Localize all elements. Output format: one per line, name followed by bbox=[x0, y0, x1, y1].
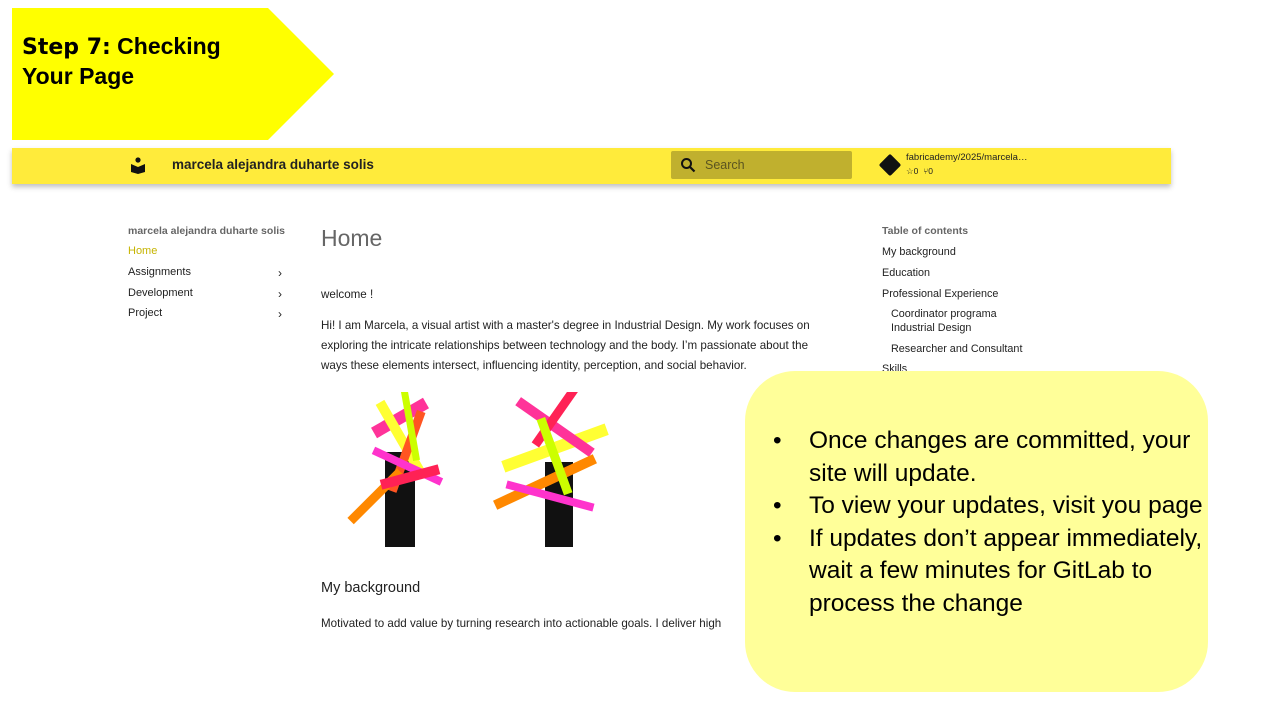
search-placeholder: Search bbox=[705, 158, 745, 172]
toc-item[interactable]: Researcher and Consultant bbox=[891, 342, 1022, 356]
sidebar-item-label: Project bbox=[128, 307, 163, 319]
sidebar-item-home[interactable]: Home bbox=[128, 245, 157, 257]
sidebar-item-label: Development bbox=[128, 287, 193, 299]
sidebar-item-assignments[interactable]: Assignments › bbox=[128, 266, 288, 280]
bullet-icon: • bbox=[773, 427, 782, 454]
bullet-icon: • bbox=[773, 524, 782, 552]
toc-item[interactable]: My background bbox=[882, 245, 956, 259]
instruction-callout: • Once changes are committed, your site w… bbox=[745, 371, 1208, 692]
sidebar-item-label: Home bbox=[128, 245, 158, 257]
sidebar-item-label: Assignments bbox=[128, 266, 191, 278]
bullet-text: Once changes are committed, your site wi… bbox=[809, 427, 1191, 487]
intro-line: ways these elements intersect, influenci… bbox=[321, 359, 747, 372]
toc-item[interactable]: Coordinator programa Industrial Design bbox=[891, 307, 1011, 335]
toc-item[interactable]: Education bbox=[882, 266, 930, 280]
callout-bullet: • To view your updates, visit you page bbox=[773, 490, 1203, 523]
search-icon bbox=[681, 158, 696, 173]
section-text: Motivated to add value by turning resear… bbox=[321, 617, 722, 630]
site-title[interactable]: marcela alejandra duharte solis bbox=[172, 157, 374, 172]
sidebar-item-development[interactable]: Development › bbox=[128, 287, 288, 301]
forks-count: ⑂0 bbox=[923, 166, 933, 176]
chevron-right-icon: › bbox=[278, 287, 282, 301]
intro-line: Hi! I am Marcela, a visual artist with a… bbox=[321, 319, 810, 332]
toc-heading: Table of contents bbox=[882, 225, 969, 237]
step-label: Step 7: bbox=[22, 35, 111, 60]
intro-line: exploring the intricate relationships be… bbox=[321, 339, 809, 352]
chevron-right-icon: › bbox=[278, 266, 282, 280]
page-title: Home bbox=[321, 225, 383, 251]
welcome-text: welcome ! bbox=[321, 288, 374, 301]
sidebar-heading: marcela alejandra duharte solis bbox=[128, 225, 285, 237]
book-reader-logo-icon[interactable] bbox=[130, 157, 146, 174]
artwork-image bbox=[347, 392, 609, 547]
site-header: marcela alejandra duharte solis Search f… bbox=[12, 148, 1171, 184]
toc-item[interactable]: Professional Experience bbox=[882, 287, 998, 301]
figure-right bbox=[493, 392, 609, 547]
search-input[interactable]: Search bbox=[671, 151, 852, 179]
section-heading: My background bbox=[321, 580, 421, 596]
slide-title: Step 7: Checking Your Page bbox=[22, 32, 262, 91]
repo-name: fabricademy/2025/marcela… bbox=[906, 152, 1028, 163]
chevron-right-icon: › bbox=[278, 307, 282, 321]
callout-bullet: • Once changes are committed, your site w… bbox=[773, 425, 1203, 490]
bullet-text: To view your updates, visit you page bbox=[809, 492, 1203, 519]
stars-count: ☆0 bbox=[906, 166, 919, 176]
callout-bullet: • If updates don’t appear immediately, wa… bbox=[773, 523, 1203, 621]
bullet-text: If updates don’t appear immediately, wai… bbox=[809, 524, 1203, 617]
sidebar-item-project[interactable]: Project › bbox=[128, 307, 288, 321]
git-icon bbox=[878, 153, 902, 177]
repo-stats: ☆0 ⑂0 bbox=[906, 166, 933, 177]
bullet-icon: • bbox=[773, 492, 782, 519]
figure-left bbox=[347, 392, 444, 547]
